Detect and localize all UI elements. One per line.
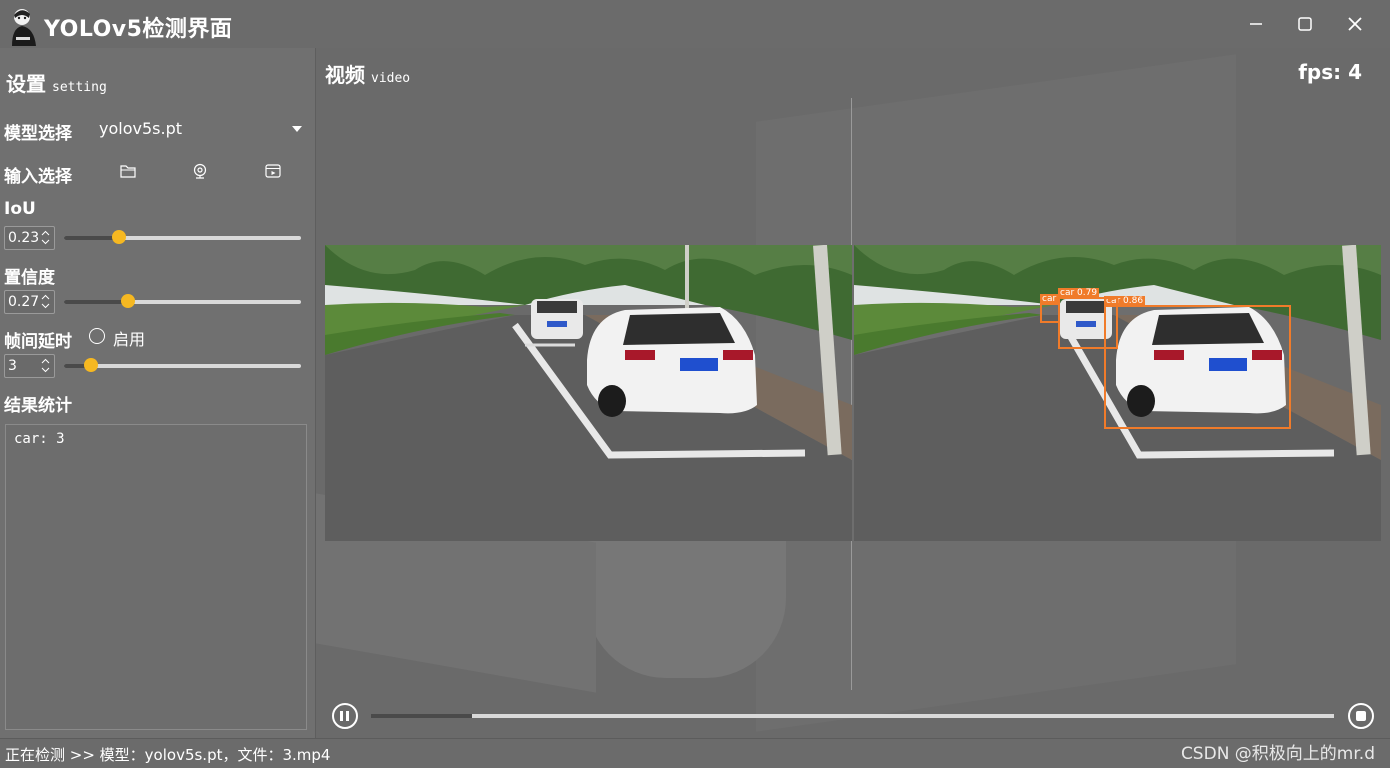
input-label: 输入选择: [4, 167, 72, 187]
confidence-slider-fill: [64, 300, 128, 304]
video-subtitle: video: [371, 71, 411, 86]
iou-slider-handle[interactable]: [111, 230, 126, 244]
delay-enable-label[interactable]: 启用: [113, 326, 145, 350]
results-textbox[interactable]: car: 3: [5, 424, 307, 730]
delay-slider-handle[interactable]: [84, 358, 98, 372]
stop-icon: [1356, 711, 1366, 721]
close-icon: [1348, 17, 1362, 31]
confidence-value[interactable]: 0.27: [8, 294, 39, 310]
detection-video-frame: car 0.86 car 0.79 car: [854, 245, 1381, 541]
delay-value[interactable]: 3: [8, 358, 17, 374]
detection-label: car: [1040, 294, 1059, 304]
detection-label: car 0.79: [1058, 288, 1100, 298]
spin-arrows-icon[interactable]: [41, 293, 50, 310]
status-bar: 正在检测 >> 模型：yolov5s.pt，文件：3.mp4 CSDN @积极向…: [0, 738, 1390, 768]
iou-slider-fill: [64, 236, 119, 240]
close-button[interactable]: [1340, 12, 1370, 36]
settings-title: 设置 setting: [6, 68, 107, 97]
car-near: [587, 307, 757, 417]
iou-value[interactable]: 0.23: [8, 230, 39, 246]
fps-display: fps: 4: [1298, 60, 1362, 84]
video-file-button[interactable]: [263, 161, 283, 181]
video-panel: 视频 video fps: 4 car 0.86 car 0.79 car: [316, 48, 1390, 738]
pause-icon: [346, 711, 349, 721]
results-text: car: 3: [14, 431, 65, 447]
results-label: 结果统计: [4, 396, 72, 416]
model-select-value[interactable]: yolov5s.pt: [99, 119, 182, 138]
confidence-slider[interactable]: [64, 294, 301, 308]
minimize-button[interactable]: [1241, 12, 1271, 36]
stop-button[interactable]: [1348, 703, 1374, 729]
status-text: 正在检测 >> 模型：yolov5s.pt，文件：3.mp4: [5, 746, 331, 764]
delay-slider[interactable]: [64, 358, 301, 372]
camera-button[interactable]: [190, 161, 210, 181]
video-progress-bar[interactable]: [371, 714, 1334, 718]
video-title-text: 视频: [325, 63, 365, 87]
car-far: [531, 299, 583, 339]
folder-icon: [120, 165, 136, 178]
street-scene-image: [325, 245, 852, 541]
settings-sidebar: 设置 setting 模型选择 yolov5s.pt 输入选择 IoU 0.23 …: [0, 48, 316, 738]
title-bar: YOLOv5检测界面: [0, 0, 1390, 49]
video-progress-fill: [371, 714, 473, 718]
webcam-icon: [193, 163, 207, 179]
maximize-button[interactable]: [1290, 12, 1320, 36]
app-title: YOLOv5检测界面: [44, 17, 233, 42]
detection-box: car: [1040, 294, 1060, 323]
iou-spinbox[interactable]: 0.23: [4, 226, 55, 250]
background-cylinder: [586, 528, 786, 678]
chevron-down-icon[interactable]: [292, 126, 302, 132]
confidence-slider-handle[interactable]: [120, 294, 135, 308]
settings-subtitle: setting: [52, 80, 107, 95]
model-label: 模型选择: [4, 124, 72, 144]
frame-delay-label: 帧间延时: [4, 332, 72, 352]
minimize-icon: [1250, 23, 1262, 25]
spin-arrows-icon[interactable]: [41, 357, 50, 374]
delay-spinbox[interactable]: 3: [4, 354, 55, 378]
confidence-label: 置信度: [4, 268, 55, 288]
video-title: 视频 video: [325, 59, 410, 88]
spin-arrows-icon[interactable]: [41, 229, 50, 246]
video-file-icon: [265, 164, 281, 178]
confidence-spinbox[interactable]: 0.27: [4, 290, 55, 314]
app-logo-icon: [8, 6, 42, 46]
pause-button[interactable]: [332, 703, 358, 729]
settings-title-text: 设置: [6, 72, 46, 96]
open-folder-button[interactable]: [118, 161, 138, 181]
watermark: CSDN @积极向上的mr.d: [1180, 744, 1375, 764]
original-video-frame: [325, 245, 852, 541]
iou-slider[interactable]: [64, 230, 301, 244]
iou-label: IoU: [4, 199, 36, 219]
pause-icon: [340, 711, 343, 721]
delay-enable-radio[interactable]: [89, 328, 105, 344]
detection-box: car 0.86: [1104, 296, 1291, 429]
detection-box: car 0.79: [1058, 288, 1118, 349]
maximize-icon: [1298, 17, 1312, 31]
